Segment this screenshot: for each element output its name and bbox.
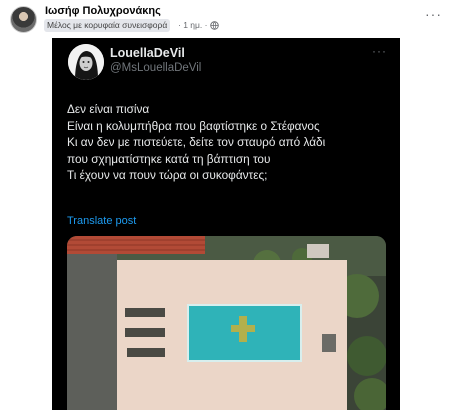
author-name[interactable]: Ιωσήφ Πολυχρονάκης <box>45 5 161 17</box>
aerial-pool-photo <box>67 236 386 410</box>
tweet-line: Είναι η κολυμπήθρα που βαφτίστηκε ο Στέφ… <box>67 118 320 133</box>
translate-post-link[interactable]: Translate post <box>67 215 136 227</box>
post-more-options-icon[interactable]: ··· <box>425 6 442 22</box>
globe-icon <box>210 21 220 30</box>
tweet-handle[interactable]: @MsLouellaDeVil <box>110 62 201 74</box>
contributor-badge[interactable]: Μέλος με κορυφαία συνεισφορά <box>44 19 171 32</box>
tweet-display-name[interactable]: LouellaDeVil <box>110 46 185 60</box>
embedded-tweet: LouellaDeVil @MsLouellaDeVil ··· Δεν είν… <box>52 38 400 410</box>
tweet-more-options-icon[interactable]: ··· <box>372 44 387 58</box>
tweet-text: Δεν είναι πισίνα Είναι η κολυμπήθρα που … <box>67 101 392 184</box>
tweet-media-image[interactable] <box>67 236 386 410</box>
tweet-line: Κι αν δεν με πιστεύετε, δείτε τον σταυρό… <box>67 135 326 149</box>
tweet-author-avatar[interactable] <box>68 44 104 80</box>
post-time[interactable]: · 1 ημ. · <box>178 19 207 32</box>
tweet-line: Δεν είναι πισίνα <box>67 102 150 116</box>
tweet-line: Τι έχουν να πουν τώρα οι συκοφάντες; <box>67 168 268 182</box>
author-avatar[interactable] <box>10 6 37 33</box>
avatar-portrait-icon <box>68 44 104 80</box>
post-meta: · 1 ημ. · <box>178 19 220 32</box>
tweet-line: που σχηματίστηκε κατά τη βάπτιση του <box>67 151 271 166</box>
facebook-post-header: Ιωσήφ Πολυχρονάκης Μέλος με κορυφαία συν… <box>0 0 449 38</box>
